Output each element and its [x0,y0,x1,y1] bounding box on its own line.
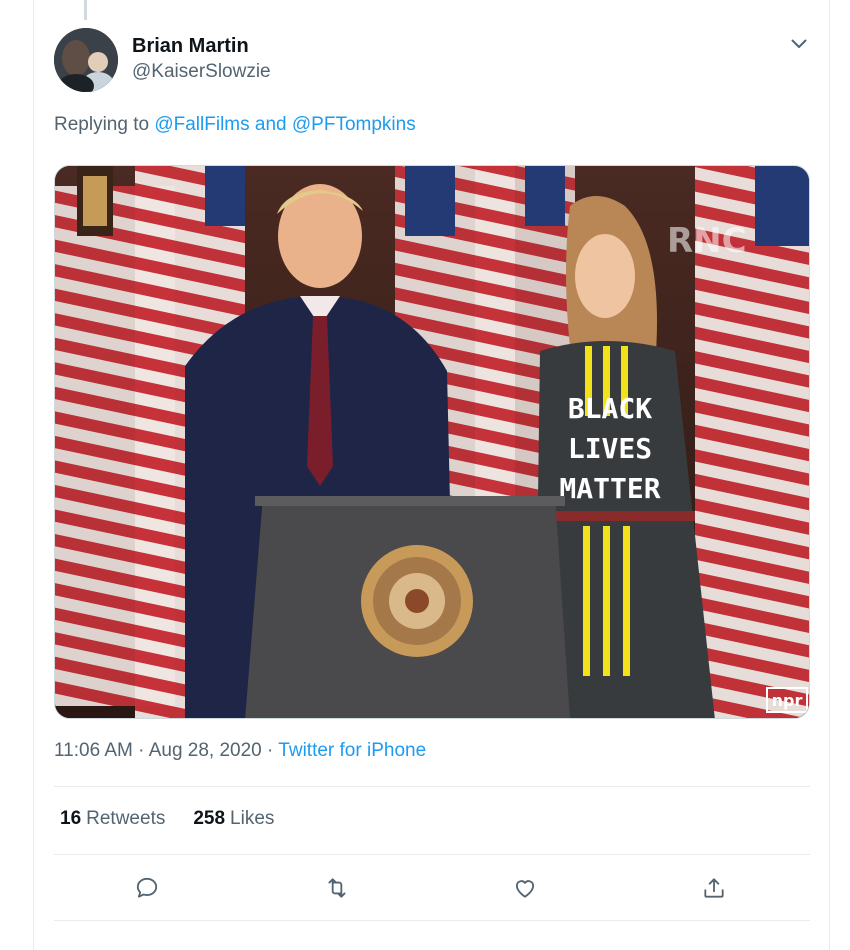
tweet-image[interactable]: BLACK LIVES MATTER RNC npr [54,165,810,719]
display-name[interactable]: Brian Martin [132,35,249,58]
reply-icon[interactable] [127,868,167,908]
heart-icon[interactable] [505,868,545,908]
podium [245,496,570,718]
timestamp[interactable]: 11:06 AM · Aug 28, 2020 · [54,740,278,761]
retweets-stat[interactable]: 16 Retweets [60,808,165,830]
dress-text-line-2: LIVES [568,432,652,465]
avatar[interactable] [54,28,118,92]
retweet-icon[interactable] [317,868,357,908]
retweet-label: Retweets [86,808,166,829]
source-link[interactable]: Twitter for iPhone [278,740,426,761]
like-count: 258 [193,808,226,829]
rnc-watermark: RNC [667,221,747,261]
thread-connector-line [84,0,87,20]
divider [54,786,810,787]
likes-stat[interactable]: 258 Likes [193,808,274,830]
action-bar [54,868,810,908]
user-handle[interactable]: @KaiserSlowzie [132,61,271,83]
dress-text-line-1: BLACK [568,392,652,425]
retweet-count: 16 [60,808,82,829]
npr-logo: npr [772,691,803,710]
divider [54,854,810,855]
divider [54,920,810,921]
replying-to: Replying to @FallFilms and @PFTompkins [54,114,416,136]
replying-users-link[interactable]: @FallFilms and @PFTompkins [154,114,415,135]
like-label: Likes [230,808,275,829]
replying-prefix: Replying to [54,114,155,135]
chevron-down-icon[interactable] [788,34,810,54]
engagement-stats: 16 Retweets 258 Likes [60,808,274,830]
tweet-meta: 11:06 AM · Aug 28, 2020 · Twitter for iP… [54,740,426,762]
share-icon[interactable] [694,868,734,908]
dress-text-line-3: MATTER [559,472,660,505]
